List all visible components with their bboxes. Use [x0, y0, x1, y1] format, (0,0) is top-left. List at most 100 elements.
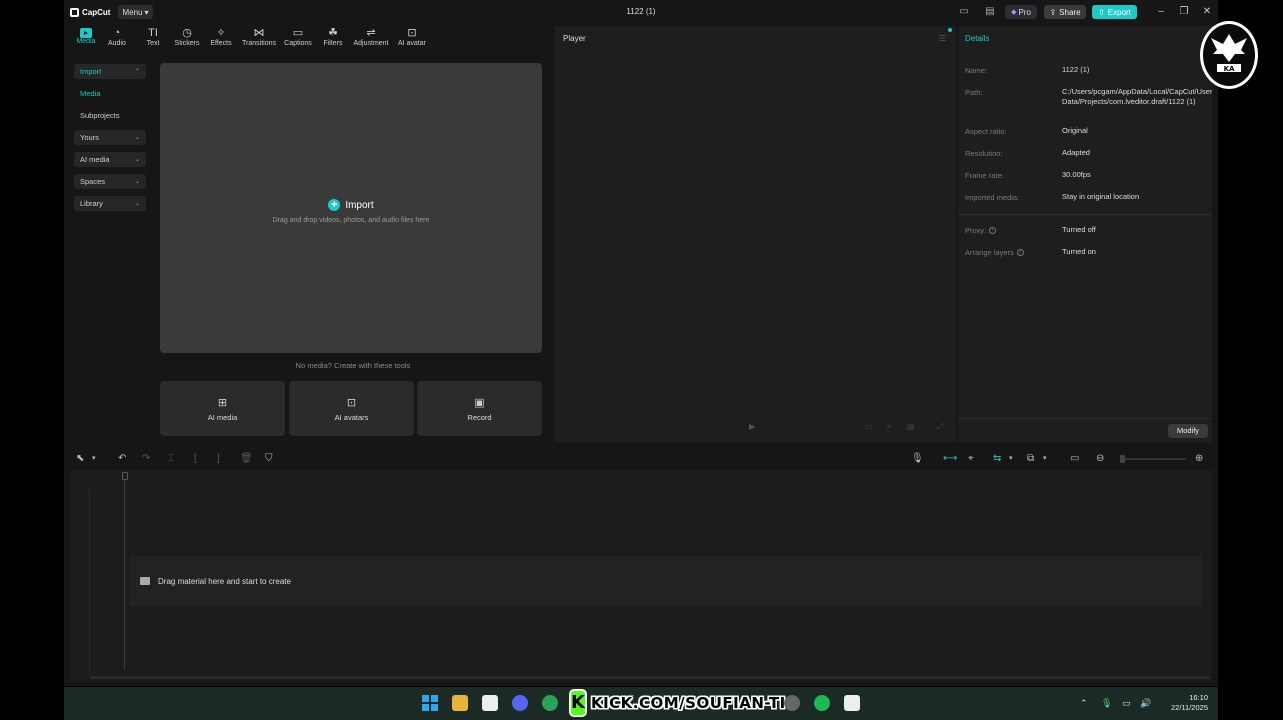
delete-icon[interactable]: 🗑	[240, 453, 253, 465]
fullscreen-icon[interactable]: ⤢	[937, 422, 943, 432]
preview-axis-icon[interactable]: ⧉	[1027, 453, 1034, 465]
chevron-down-icon[interactable]: ▾	[92, 453, 96, 465]
record-icon: ▣	[474, 396, 485, 409]
sidebar-item-ai-media[interactable]: AI media ⌄	[74, 152, 146, 167]
ai-avatars-card[interactable]: ⊡ AI avatars	[289, 381, 414, 436]
network-icon[interactable]: ▭	[1122, 698, 1131, 708]
undo-icon[interactable]: ↶	[118, 453, 126, 465]
link-icon[interactable]: ⟷	[943, 453, 957, 465]
shortcuts-icon[interactable]: ▤	[984, 6, 996, 17]
svg-text:KA: KA	[1224, 65, 1235, 73]
close-icon[interactable]: ✕	[1200, 5, 1214, 19]
select-cursor-icon[interactable]: ⬉	[76, 453, 84, 465]
chevron-down-icon[interactable]: ▾	[1043, 453, 1047, 465]
tab-adjustment-label: Adjustment	[353, 40, 389, 47]
discord-icon[interactable]	[512, 695, 528, 711]
tab-stickers-label: Stickers	[174, 40, 200, 47]
zoom-slider-handle[interactable]	[1120, 455, 1125, 463]
tab-transitions[interactable]: ⋈ Transitions	[241, 26, 277, 52]
timeline[interactable]: Drag material here and start to create	[70, 470, 1212, 682]
tab-filters[interactable]: ☘ Filters	[321, 26, 345, 52]
capcut-taskbar-icon[interactable]	[844, 695, 860, 711]
split-icon[interactable]: ⌶	[168, 453, 174, 465]
quality-icon[interactable]: ▤	[907, 422, 915, 431]
caption-track-icon[interactable]: ▭	[1070, 453, 1079, 465]
main-track[interactable]: Drag material here and start to create	[130, 556, 1202, 606]
kick-logo-icon: K	[569, 689, 587, 717]
snap-icon[interactable]: ⇆	[993, 453, 1001, 465]
text-icon: TI	[148, 27, 158, 39]
ai-media-label: AI media	[207, 412, 238, 422]
magnet-icon[interactable]: ⌖	[968, 453, 974, 465]
sidebar-item-library[interactable]: Library ⌄	[74, 196, 146, 211]
detail-label-imported-media: Imported media:	[965, 193, 1019, 202]
redo-icon[interactable]: ↷	[142, 453, 150, 465]
store-icon[interactable]	[482, 695, 498, 711]
share-icon: ⇪	[1049, 7, 1057, 17]
share-button[interactable]: ⇪ Share	[1044, 5, 1086, 19]
chevron-up-icon[interactable]: ⌃	[1080, 698, 1088, 708]
clock-date: 22/11/2025	[1171, 703, 1208, 712]
tab-media[interactable]: Media	[74, 26, 98, 52]
file-explorer-icon[interactable]	[452, 695, 468, 711]
shield-icon[interactable]: ⛉	[265, 453, 273, 465]
timeline-scrollbar[interactable]	[90, 676, 1210, 679]
microphone-icon[interactable]: 🎙	[911, 453, 924, 465]
player-controls: ▶ ▭ ⌗ ▤ ⤢	[555, 422, 956, 434]
tab-stickers[interactable]: ◷ Stickers	[173, 26, 201, 52]
channel-logo-badge: KA	[1200, 21, 1258, 89]
pro-button[interactable]: ◆ Pro	[1005, 5, 1037, 19]
info-icon[interactable]: i	[989, 227, 997, 234]
play-icon[interactable]: ▶	[749, 422, 755, 431]
share-label: Share	[1059, 7, 1081, 17]
sidebar-item-media[interactable]: Media	[74, 86, 146, 101]
kick-overlay: K KICK.COM/SOUFIAN-TI	[569, 689, 785, 717]
spotify-icon[interactable]	[814, 695, 830, 711]
zoom-in-icon[interactable]: ⊕	[1195, 453, 1203, 465]
chrome-icon[interactable]	[542, 695, 558, 711]
zoom-out-icon[interactable]: ⊖	[1096, 453, 1104, 465]
detail-value-path: C:/Users/pcgam/AppData/Local/CapCut/User…	[1062, 87, 1213, 106]
playhead-handle[interactable]	[122, 472, 128, 480]
audio-icon: ◔	[113, 27, 121, 39]
import-drop-zone[interactable]: + Import Drag and drop videos, photos, a…	[160, 63, 542, 353]
modify-button[interactable]: Modify	[1168, 424, 1208, 438]
media-sidebar: Import ⌃ Media Subprojects Yours ⌄ AI me…	[70, 56, 152, 442]
tab-ai-avatar[interactable]: ⊡ AI avatar	[396, 26, 428, 52]
restore-icon[interactable]: ❐	[1177, 5, 1191, 19]
sidebar-item-import[interactable]: Import ⌃	[74, 64, 146, 79]
tab-audio[interactable]: ◔ Audio	[108, 26, 126, 52]
tab-captions[interactable]: ▭ Captions	[283, 26, 313, 52]
tab-effects[interactable]: ✧ Effects	[208, 26, 234, 52]
zoom-slider[interactable]	[1122, 458, 1186, 460]
detail-label-aspect-ratio: Aspect ratio:	[965, 127, 1007, 136]
layout-icon[interactable]: ▭	[958, 6, 970, 17]
player-menu-icon[interactable]: ☰	[939, 34, 946, 43]
export-label: Export	[1107, 7, 1131, 17]
chevron-down-icon[interactable]: ▾	[1009, 453, 1013, 465]
windows-start-icon[interactable]	[422, 695, 438, 711]
export-button[interactable]: ⇧ Export	[1092, 5, 1137, 19]
ratio-icon[interactable]: ▭	[865, 422, 873, 431]
record-card[interactable]: ▣ Record	[417, 381, 542, 436]
volume-icon[interactable]: 🔊	[1140, 698, 1151, 708]
info-icon[interactable]: i	[1016, 249, 1024, 256]
trim-left-icon[interactable]: [	[194, 453, 197, 465]
minimize-icon[interactable]: –	[1154, 5, 1168, 19]
app-icon[interactable]	[784, 695, 800, 711]
import-hint: Drag and drop videos, photos, and audio …	[272, 217, 430, 224]
crop-icon[interactable]: ⌗	[887, 422, 892, 432]
import-button[interactable]: + Import	[160, 199, 542, 211]
tab-adjustment[interactable]: ⇌ Adjustment	[352, 26, 390, 52]
tab-text[interactable]: TI Text	[145, 26, 161, 52]
ai-media-card[interactable]: ⊞ AI media	[160, 381, 285, 436]
trim-right-icon[interactable]: ]	[217, 453, 220, 465]
sidebar-item-subprojects[interactable]: Subprojects	[74, 108, 146, 123]
detail-label-text: Path:	[965, 88, 983, 97]
tab-transitions-label: Transitions	[242, 40, 276, 47]
system-clock[interactable]: 16:10 22/11/2025	[1160, 693, 1208, 713]
sidebar-item-yours[interactable]: Yours ⌄	[74, 130, 146, 145]
sidebar-item-label: Import	[80, 67, 102, 76]
microphone-icon[interactable]: 🎙	[1101, 698, 1112, 708]
sidebar-item-spaces[interactable]: Spaces ⌄	[74, 174, 146, 189]
